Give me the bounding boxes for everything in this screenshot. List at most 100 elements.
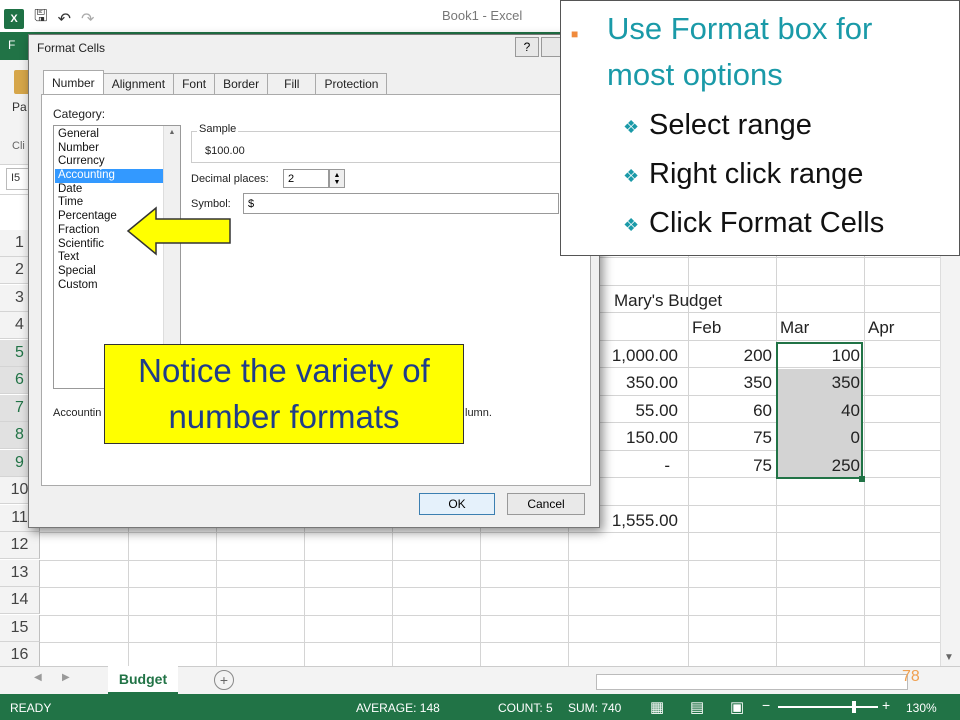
category-item-selected[interactable]: Accounting bbox=[55, 169, 179, 183]
feb-cell[interactable]: 200 bbox=[690, 342, 772, 369]
sheet-prev-icon[interactable]: ◀ bbox=[34, 672, 42, 683]
window-title: Book1 - Excel bbox=[442, 8, 523, 23]
undo-icon[interactable]: ↶ bbox=[58, 9, 71, 29]
sub-bullet: Click Format Cells bbox=[649, 207, 885, 239]
sub-bullet: Select range bbox=[649, 109, 812, 141]
zoom-slider-handle[interactable] bbox=[852, 701, 856, 713]
category-description-end: lumn. bbox=[465, 407, 492, 419]
feb-cell[interactable]: 75 bbox=[690, 424, 772, 451]
dialog-title: Format Cells bbox=[37, 41, 106, 55]
status-average: AVERAGE: 148 bbox=[356, 701, 440, 715]
horizontal-scrollbar[interactable] bbox=[596, 674, 908, 690]
normal-view-icon[interactable]: ▦ bbox=[650, 698, 664, 716]
status-bar: READY AVERAGE: 148 COUNT: 5 SUM: 740 ▦ ▤… bbox=[0, 694, 960, 720]
callout-line2: number formats bbox=[168, 398, 400, 435]
category-item[interactable]: Special bbox=[55, 265, 179, 279]
tab-fill[interactable]: Fill bbox=[267, 73, 317, 94]
scroll-down-icon[interactable]: ▼ bbox=[944, 652, 954, 663]
month-header-cell[interactable]: Feb bbox=[692, 314, 721, 341]
main-bullet-line2: most options bbox=[607, 57, 783, 92]
tab-font[interactable]: Font bbox=[173, 73, 216, 94]
page-layout-view-icon[interactable]: ▤ bbox=[690, 698, 704, 716]
status-count: COUNT: 5 bbox=[498, 701, 553, 715]
vertical-scrollbar[interactable] bbox=[940, 230, 960, 666]
month-header-cell[interactable]: Apr bbox=[868, 314, 894, 341]
row-header[interactable]: 12 bbox=[0, 532, 40, 559]
row-header[interactable]: 16 bbox=[0, 642, 40, 669]
decimal-places-stepper[interactable]: ▲ ▼ bbox=[329, 169, 345, 188]
mar-cell[interactable]: 350 bbox=[778, 369, 860, 396]
tab-border[interactable]: Border bbox=[214, 73, 269, 94]
category-description: Accountin bbox=[53, 407, 102, 419]
tab-number[interactable]: Number bbox=[43, 70, 104, 94]
decimal-places-input[interactable]: 2 bbox=[283, 169, 329, 188]
feb-cell[interactable]: 60 bbox=[690, 397, 772, 424]
bullet-box: ■ Use Format box for most options ❖ Sele… bbox=[560, 0, 960, 256]
feb-cell[interactable]: 75 bbox=[690, 452, 772, 479]
add-sheet-icon[interactable]: + bbox=[214, 670, 234, 690]
page-break-view-icon[interactable]: ▣ bbox=[730, 698, 744, 716]
format-cells-dialog: Format Cells ? X Number Alignment Font B… bbox=[28, 34, 611, 528]
redo-icon[interactable]: ↷ bbox=[81, 9, 94, 29]
category-item[interactable]: Date bbox=[55, 183, 179, 197]
mar-cell[interactable]: 250 bbox=[778, 452, 860, 479]
symbol-select[interactable]: $ bbox=[243, 193, 559, 214]
grid-line bbox=[40, 615, 940, 616]
feb-cell[interactable]: 350 bbox=[690, 369, 772, 396]
file-tab[interactable]: F bbox=[8, 38, 15, 52]
dialog-tabs: Number Alignment Font Border Fill Protec… bbox=[43, 70, 388, 94]
mar-cell[interactable]: 100 bbox=[778, 342, 860, 369]
grid-line bbox=[40, 532, 940, 533]
row-header[interactable]: 14 bbox=[0, 587, 40, 614]
category-item[interactable]: Currency bbox=[55, 155, 179, 169]
sheet-next-icon[interactable]: ▶ bbox=[62, 672, 70, 683]
excel-logo-icon: X bbox=[4, 8, 24, 29]
paste-button[interactable]: Pa bbox=[12, 100, 27, 114]
mar-cell[interactable]: 40 bbox=[778, 397, 860, 424]
diamond-bullet-icon: ❖ bbox=[623, 117, 640, 137]
mar-cell[interactable]: 0 bbox=[778, 424, 860, 451]
help-button[interactable]: ? bbox=[515, 37, 539, 57]
category-item[interactable]: General bbox=[55, 128, 179, 142]
zoom-slider[interactable] bbox=[778, 706, 878, 708]
zoom-level[interactable]: 130% bbox=[906, 701, 937, 715]
stepper-down-icon[interactable]: ▼ bbox=[334, 179, 341, 186]
diamond-bullet-icon: ❖ bbox=[623, 166, 640, 186]
sub-bullet: Right click range bbox=[649, 158, 864, 190]
row-header[interactable]: 13 bbox=[0, 560, 40, 587]
category-label: Category: bbox=[53, 107, 106, 121]
grid-line bbox=[864, 230, 865, 666]
sample-box bbox=[191, 131, 611, 163]
sheet-tab-budget[interactable]: Budget bbox=[108, 666, 178, 695]
zoom-out-icon[interactable]: − bbox=[762, 697, 770, 713]
diamond-bullet-icon: ❖ bbox=[623, 215, 640, 235]
bullet-square-icon: ■ bbox=[571, 27, 579, 41]
grid-line bbox=[40, 560, 940, 561]
tab-protection[interactable]: Protection bbox=[315, 73, 388, 94]
grid-line bbox=[40, 587, 940, 588]
row-header[interactable]: 15 bbox=[0, 615, 40, 642]
zoom-in-icon[interactable]: + bbox=[882, 697, 890, 713]
quick-access-toolbar: X 🖫 ↶ ↷ bbox=[4, 5, 94, 32]
left-arrow-icon bbox=[126, 206, 231, 256]
budget-title-cell[interactable]: Mary's Budget bbox=[614, 287, 722, 314]
sample-label: Sample bbox=[197, 123, 239, 135]
category-item[interactable]: Number bbox=[55, 142, 179, 156]
scroll-up-icon[interactable]: ▲ bbox=[164, 129, 180, 136]
cancel-button[interactable]: Cancel bbox=[507, 493, 585, 515]
grid-line bbox=[40, 642, 940, 643]
sample-value: $100.00 bbox=[205, 145, 245, 157]
main-bullet-line1: Use Format box for bbox=[607, 11, 873, 46]
status-sum: SUM: 740 bbox=[568, 701, 622, 715]
stepper-up-icon[interactable]: ▲ bbox=[334, 172, 341, 179]
decimal-places-label: Decimal places: bbox=[191, 173, 269, 185]
save-icon[interactable]: 🖫 bbox=[34, 5, 48, 32]
status-ready: READY bbox=[10, 701, 52, 715]
month-header-cell[interactable]: Mar bbox=[780, 314, 809, 341]
ok-button[interactable]: OK bbox=[419, 493, 495, 515]
tab-alignment[interactable]: Alignment bbox=[102, 73, 175, 94]
callout-box: Notice the variety of number formats bbox=[104, 344, 464, 444]
category-item[interactable]: Custom bbox=[55, 279, 179, 293]
callout-line1: Notice the variety of bbox=[138, 352, 430, 389]
clipboard-group-label: Cli bbox=[12, 140, 25, 152]
